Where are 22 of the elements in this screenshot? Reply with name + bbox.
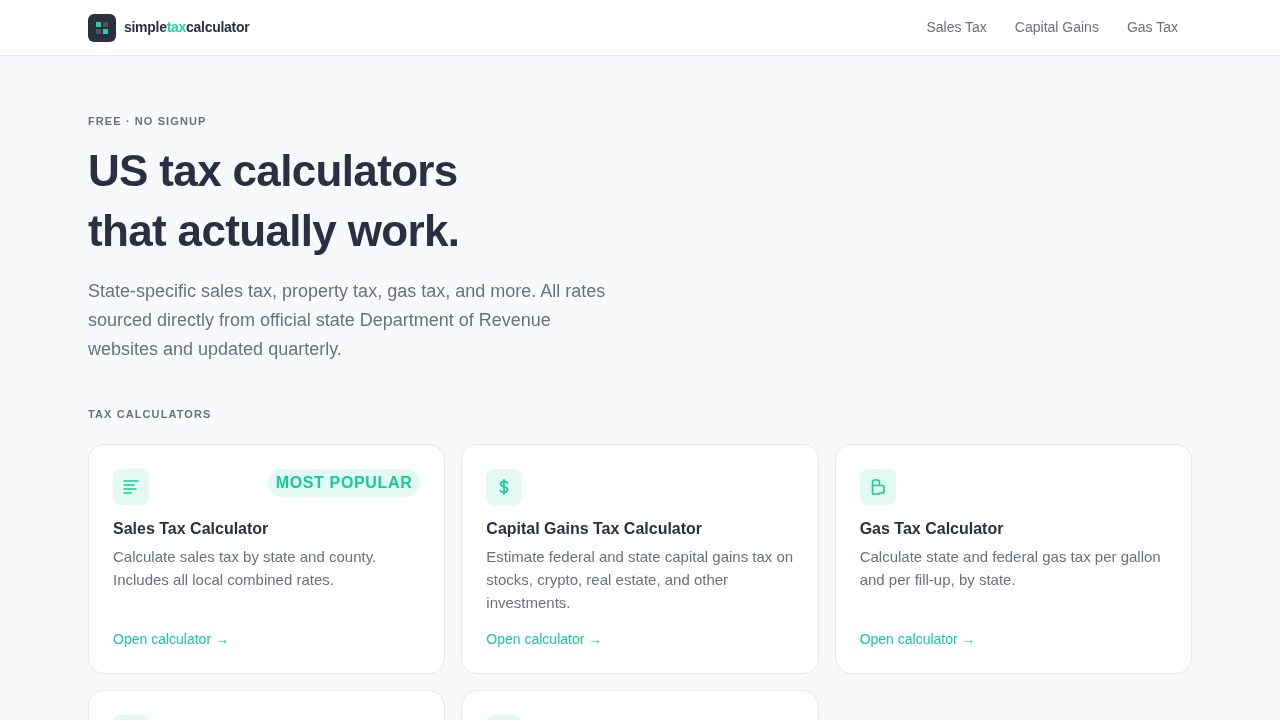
popular-badge: MOST POPULAR	[267, 469, 421, 497]
card-title: Sales Tax Calculator	[113, 519, 270, 539]
calculator-card[interactable]: Gas Tax Calculator Calculate state and federal gas tax per gallon and per fill-up, by state. Open calculator →	[834, 444, 1192, 674]
card-title: Gas Tax Calculator	[859, 519, 1005, 539]
calculator-card[interactable]: Capital Gains Tax Calculator Estimate federal and state capital gains tax on stocks, crypto, real estate, and other investments. Open calculator →	[461, 444, 819, 674]
brand-name[interactable]: simpletaxcalculator	[124, 17, 250, 38]
card-description: Calculate sales tax by state and county. Includes all local combined rates.	[113, 547, 378, 590]
text-lines-icon	[123, 479, 139, 495]
eyebrow-label: FREE · NO SIGNUP	[88, 114, 208, 129]
card-description: Estimate federal and state capital gains tax on stocks, crypto, real estate, and other investments.	[486, 547, 794, 613]
nav-link[interactable]: Capital Gains	[1000, 17, 1113, 38]
nav-link[interactable]: Sales Tax	[912, 17, 1001, 38]
hero-heading: US tax calculators that actually work.	[88, 145, 461, 257]
nav-link[interactable]: Gas Tax	[1112, 17, 1192, 38]
section-label: TAX CALCULATORS	[88, 407, 213, 422]
fuel-pump-icon	[870, 479, 885, 495]
hero-description: State-specific sales tax, property tax, gas tax, and more. All rates sourced directly from official state Department of Revenue websites and updated quarterly.	[88, 280, 607, 361]
card-title: Capital Gains Tax Calculator	[486, 519, 704, 539]
card-description: Calculate state and federal gas tax per gallon and per fill-up, by state.	[859, 547, 1162, 590]
dollar-icon	[499, 479, 510, 495]
logo-icon[interactable]	[88, 13, 116, 42]
calculator-card[interactable]: MOST POPULAR Sales Tax Calculator Calculate sales tax by state and county. Includes all local combined rates. Open calculator →	[88, 444, 446, 674]
